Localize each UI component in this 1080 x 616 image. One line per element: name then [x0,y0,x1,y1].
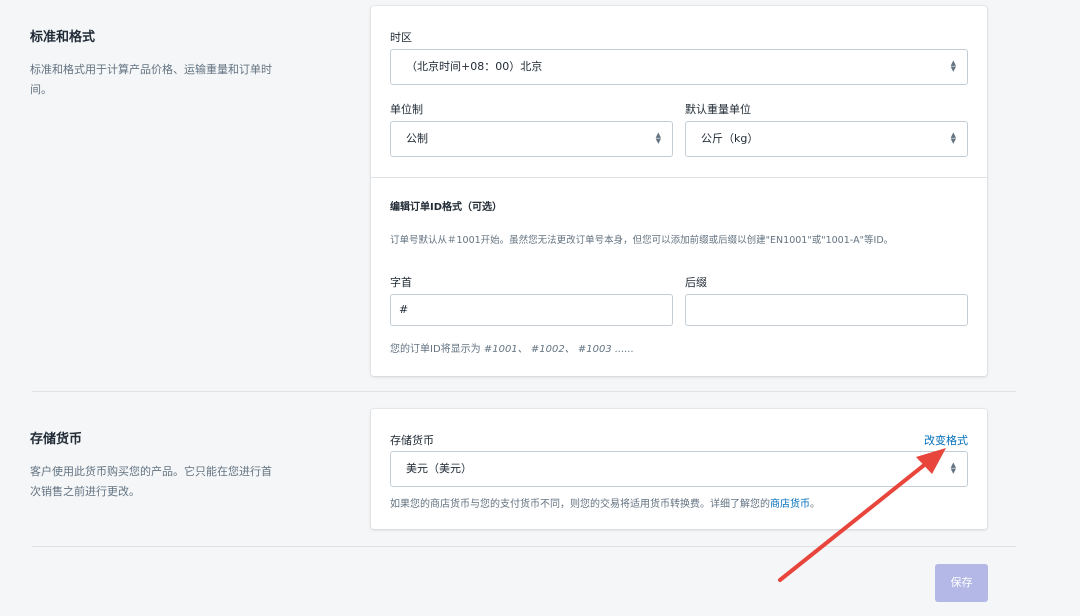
select-arrows-icon: ▲ ▼ [950,131,956,145]
weight-unit-value: 公斤（kg） [701,132,759,145]
prefix-input[interactable]: # [390,294,673,326]
currency-value: 美元（美元） [406,462,472,475]
timezone-select[interactable]: （北京时间+08：00）北京 ▲ ▼ [390,49,968,85]
order-id-description: 订单号默认从＃1001开始。虽然您无法更改订单号本身，但您可以添加前缀或后缀以创… [390,235,894,246]
weight-unit-select[interactable]: 公斤（kg） ▲ ▼ [685,121,968,157]
unit-system-select[interactable]: 公制 ▲ ▼ [390,121,673,157]
select-arrows-icon: ▲ ▼ [950,59,956,73]
suffix-input[interactable] [685,294,968,326]
standards-card: 时区 （北京时间+08：00）北京 ▲ ▼ 单位制 公制 ▲ ▼ 默认重量单位 公斤… [371,6,987,376]
timezone-label: 时区 [390,31,412,44]
currency-card: 存储货币 改变格式 美元（美元） ▲ ▼ 如果您的商店货币与您的支付货币不同，则您… [371,409,987,529]
save-button[interactable]: 保存 [935,564,988,602]
weight-unit-label: 默认重量单位 [685,103,751,116]
unit-system-value: 公制 [406,132,428,145]
unit-system-label: 单位制 [390,103,423,116]
currency-note-suffix: 。 [810,499,820,510]
currency-title: 存储货币 [30,432,83,447]
timezone-value: （北京时间+08：00）北京 [406,60,543,73]
currency-label: 存储货币 [390,434,434,447]
store-currency-link[interactable]: 商店货币 [770,499,810,510]
currency-note-text: 如果您的商店货币与您的支付货币不同，则您的交易将适用货币转换费。详细了解您的 [390,499,770,510]
currency-description: 客户使用此货币购买您的产品。它只能在您进行首次销售之前进行更改。 [30,465,272,498]
standards-title: 标准和格式 [30,30,96,45]
order-id-preview: 您的订单ID将显示为 #1001、 #1002、 #1003 ...... [390,340,634,355]
bottom-divider [32,546,1016,547]
order-id-title: 编辑订单ID格式（可选） [390,202,503,213]
prefix-label: 字首 [390,276,412,289]
suffix-label: 后缀 [685,276,707,289]
change-format-link[interactable]: 改变格式 [924,432,968,448]
section-divider [32,391,1016,392]
order-id-preview-values: #1001、 #1002、 #1003 ...... [483,344,634,355]
card-divider [371,177,987,178]
prefix-value: # [399,303,409,316]
currency-note: 如果您的商店货币与您的支付货币不同，则您的交易将适用货币转换费。详细了解您的商店… [390,495,820,510]
order-id-preview-prefix: 您的订单ID将显示为 [390,344,481,355]
standards-info: 标准和格式 标准和格式用于计算产品价格、运输重量和订单时间。 [30,26,280,100]
standards-description: 标准和格式用于计算产品价格、运输重量和订单时间。 [30,63,272,96]
select-arrows-icon: ▲ ▼ [950,461,956,475]
currency-info: 存储货币 客户使用此货币购买您的产品。它只能在您进行首次销售之前进行更改。 [30,428,280,502]
currency-select[interactable]: 美元（美元） ▲ ▼ [390,451,968,487]
select-arrows-icon: ▲ ▼ [655,131,661,145]
